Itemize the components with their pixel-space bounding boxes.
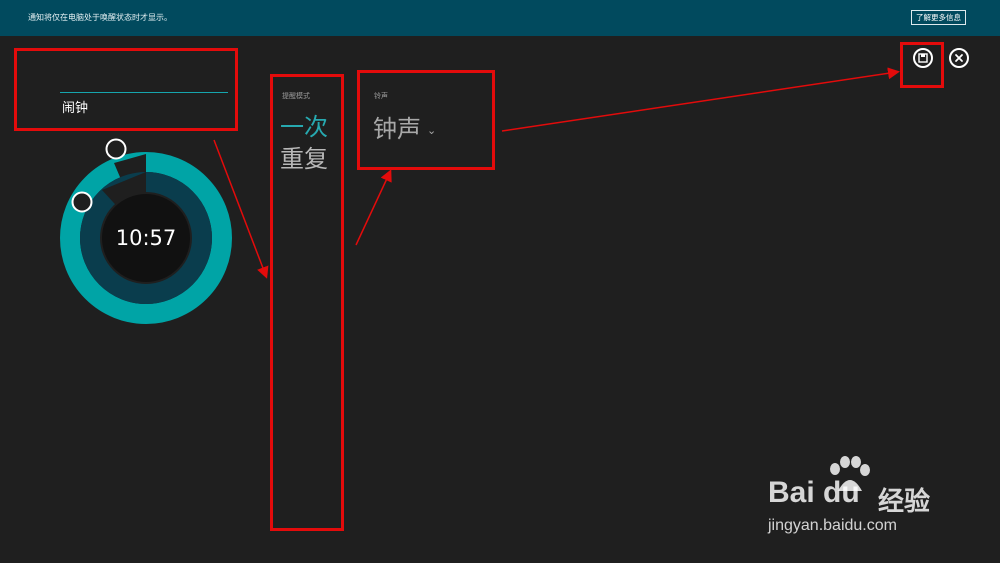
close-icon bbox=[955, 54, 963, 62]
notification-banner: 通知将仅在电脑处于唤醒状态时才显示。 了解更多信息 bbox=[0, 0, 1000, 36]
highlight-name-box bbox=[14, 48, 238, 131]
baidu-logo-text: Bai du bbox=[768, 476, 860, 509]
minute-handle[interactable] bbox=[105, 138, 127, 160]
close-button[interactable] bbox=[949, 48, 969, 68]
alarm-time: 10:57 bbox=[115, 226, 177, 250]
baidu-jingyan-text: 经验 bbox=[878, 487, 931, 517]
arrow-to-ringtone bbox=[355, 169, 392, 246]
watermark-url: jingyan.baidu.com bbox=[768, 517, 897, 534]
arrow-to-save bbox=[501, 67, 900, 132]
hour-handle[interactable] bbox=[71, 191, 93, 213]
banner-message: 通知将仅在电脑处于唤醒状态时才显示。 bbox=[28, 13, 172, 22]
highlight-ringtone-box bbox=[357, 70, 495, 170]
highlight-mode-box bbox=[270, 74, 344, 531]
highlight-save-box bbox=[900, 42, 944, 88]
learn-more-button[interactable]: 了解更多信息 bbox=[911, 10, 966, 25]
